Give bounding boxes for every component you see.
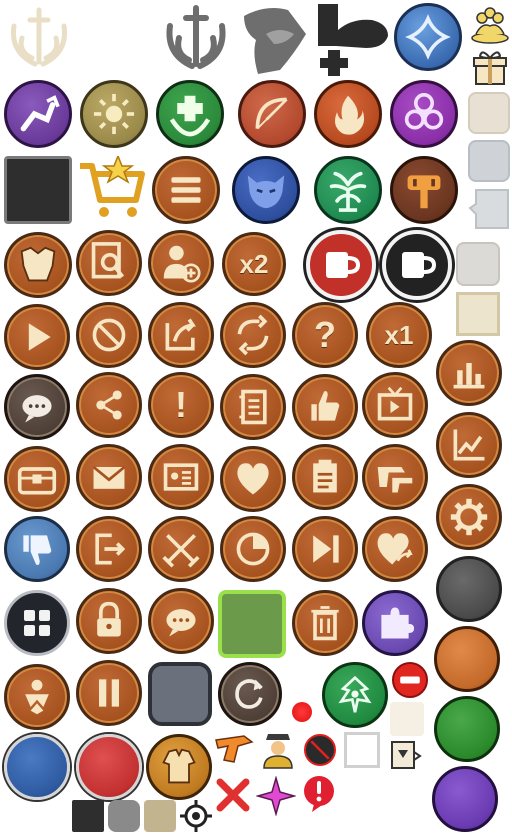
menu-icon[interactable] — [152, 156, 220, 224]
settings-icon[interactable] — [436, 484, 502, 550]
cross-swords-icon[interactable] — [148, 516, 214, 582]
star-shield-icon[interactable] — [394, 3, 462, 71]
x2-label: x2 — [239, 248, 269, 279]
add-person-icon — [312, 0, 390, 76]
alert-balloon-icon[interactable] — [300, 774, 338, 812]
forbidden-icon[interactable] — [76, 302, 142, 368]
bow-arrow-icon[interactable] — [238, 80, 306, 148]
people-group-icon — [470, 4, 510, 44]
tree-badge-icon[interactable] — [322, 662, 388, 728]
help-label: ? — [314, 314, 336, 355]
purple-circle-icon[interactable] — [432, 766, 498, 832]
grey-circle-icon[interactable] — [436, 556, 502, 622]
tan-swatch — [144, 800, 176, 832]
trash-icon[interactable] — [292, 590, 358, 656]
placeholder-square-light — [456, 242, 500, 286]
guns-icon[interactable] — [362, 444, 428, 510]
x1-speed-icon[interactable]: x1 — [366, 302, 432, 368]
green-frame-icon[interactable] — [222, 594, 282, 654]
heal-cross-icon[interactable] — [156, 80, 224, 148]
sun-badge-icon[interactable] — [80, 80, 148, 148]
tooltip-bubble — [468, 188, 510, 230]
thumbs-down-icon[interactable] — [4, 516, 70, 582]
logout-icon[interactable] — [76, 516, 142, 582]
id-card-icon[interactable] — [148, 444, 214, 510]
green-circle-icon[interactable] — [434, 696, 500, 762]
bar-chart-icon[interactable] — [436, 340, 502, 406]
cart-star-icon[interactable] — [76, 156, 148, 222]
help-icon[interactable]: ? — [292, 302, 358, 368]
grey-swatch — [108, 800, 140, 832]
add-user-icon[interactable] — [148, 230, 214, 296]
armor-icon[interactable] — [4, 232, 72, 298]
puzzle-icon[interactable] — [362, 590, 428, 656]
share-icon[interactable] — [76, 372, 142, 438]
sword-laurel-emblem-icon — [2, 4, 76, 74]
refresh-icon[interactable] — [220, 302, 286, 368]
notes-icon[interactable] — [220, 374, 286, 440]
play-icon[interactable] — [4, 304, 70, 370]
export-icon[interactable] — [148, 302, 214, 368]
biohazard-icon[interactable] — [390, 80, 458, 148]
search-document-icon[interactable] — [76, 230, 142, 296]
x2-speed-icon[interactable]: x2 — [222, 232, 286, 296]
placeholder-square-cream — [456, 292, 500, 336]
robot-arm-icon[interactable] — [4, 80, 72, 148]
dark-square-icon — [4, 156, 72, 224]
sparkle-star-icon[interactable] — [256, 776, 296, 816]
slate-square-icon[interactable] — [148, 662, 212, 726]
blue-circle-icon[interactable] — [4, 734, 70, 800]
orange-circle-icon[interactable] — [434, 626, 500, 692]
fire-icon[interactable] — [314, 80, 382, 148]
blaster-icon[interactable] — [214, 730, 256, 770]
drop-down-icon[interactable] — [388, 738, 422, 772]
pause-icon[interactable] — [76, 660, 142, 726]
jacket-icon[interactable] — [146, 734, 212, 800]
lock-icon[interactable] — [76, 588, 142, 654]
grid-menu-icon[interactable] — [4, 590, 70, 656]
clipboard-icon[interactable] — [292, 444, 358, 510]
hooded-head-icon — [236, 4, 310, 76]
video-icon[interactable] — [362, 372, 428, 438]
alert-icon[interactable]: ! — [148, 372, 214, 438]
ranks-icon[interactable] — [4, 664, 70, 730]
hammer-icon[interactable] — [390, 156, 458, 224]
heart-share-icon[interactable] — [362, 516, 428, 582]
white-cup-icon[interactable] — [382, 230, 452, 300]
skip-icon[interactable] — [292, 516, 358, 582]
gift-box-icon[interactable] — [470, 48, 510, 88]
heart-icon[interactable] — [220, 446, 286, 512]
x1-label: x1 — [384, 319, 414, 350]
placeholder-square-beige — [468, 92, 510, 134]
chat-grey-icon[interactable] — [4, 374, 70, 440]
tree-icon[interactable] — [314, 156, 382, 224]
dark-swatch — [72, 800, 104, 832]
alert-label: ! — [175, 384, 187, 425]
thumbs-up-icon[interactable] — [292, 374, 358, 440]
crosshair-icon[interactable] — [180, 800, 212, 832]
officer-icon[interactable] — [260, 730, 296, 770]
mail-icon[interactable] — [76, 444, 142, 510]
placeholder-square-ivory — [390, 702, 424, 736]
sword-laurel-grey-icon — [158, 4, 234, 74]
red-dot-icon — [292, 702, 312, 722]
close-x-icon[interactable] — [214, 776, 252, 814]
no-ads-icon[interactable] — [304, 734, 336, 766]
restart-icon[interactable] — [218, 662, 282, 726]
checkbox-empty-icon[interactable] — [344, 732, 380, 768]
pie-icon[interactable] — [220, 516, 286, 582]
placeholder-square-grey — [468, 140, 510, 182]
chat-icon[interactable] — [148, 588, 214, 654]
demon-mask-icon[interactable] — [232, 156, 300, 224]
red-cup-icon[interactable] — [306, 230, 376, 300]
red-circle-icon[interactable] — [76, 734, 142, 800]
no-entry-icon[interactable] — [392, 662, 428, 698]
line-chart-icon[interactable] — [436, 412, 502, 478]
chest-icon[interactable] — [4, 446, 70, 512]
